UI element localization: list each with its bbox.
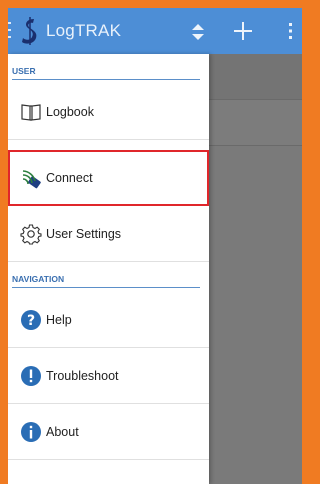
drawer-item-label: About xyxy=(46,424,79,439)
section-header-user: USER xyxy=(12,58,200,80)
more-vertical-icon[interactable] xyxy=(288,22,294,40)
drawer-item-connect[interactable]: Connect xyxy=(8,150,209,206)
alert-icon xyxy=(21,365,41,386)
menu-icon[interactable] xyxy=(8,22,15,38)
book-icon xyxy=(21,103,41,121)
help-icon: ? xyxy=(21,309,41,330)
svg-text:?: ? xyxy=(27,313,35,329)
drawer-item-logbook[interactable]: Logbook xyxy=(8,84,209,140)
drawer-item-help[interactable]: ? Help xyxy=(8,292,209,348)
app-title: LogTRAK xyxy=(46,21,122,40)
gear-icon xyxy=(20,223,42,245)
drawer-item-about[interactable]: About xyxy=(8,404,209,460)
section-header-navigation: NAVIGATION xyxy=(12,266,200,288)
drawer-item-label: Help xyxy=(46,312,72,327)
drawer-item-label: Connect xyxy=(46,170,93,185)
drawer-item-user-settings[interactable]: User Settings xyxy=(8,206,209,262)
drawer-item-label: User Settings xyxy=(46,226,122,241)
sort-updown-icon[interactable] xyxy=(190,23,206,41)
logtrak-logo-icon xyxy=(22,17,37,45)
drawer-item-label: Logbook xyxy=(46,104,94,119)
drawer-item-troubleshoot[interactable]: Troubleshoot xyxy=(8,348,209,404)
wireless-connect-icon xyxy=(22,169,41,188)
plus-icon[interactable] xyxy=(232,20,254,42)
info-icon xyxy=(21,421,41,442)
navigation-drawer: USER Logbook Connect User Settings NAVIG… xyxy=(8,54,209,484)
drawer-item-label: Troubleshoot xyxy=(46,368,119,383)
app-screen: LogTRAK USER Logbook Connect User Settin… xyxy=(8,8,302,484)
app-bar: LogTRAK xyxy=(8,8,302,54)
